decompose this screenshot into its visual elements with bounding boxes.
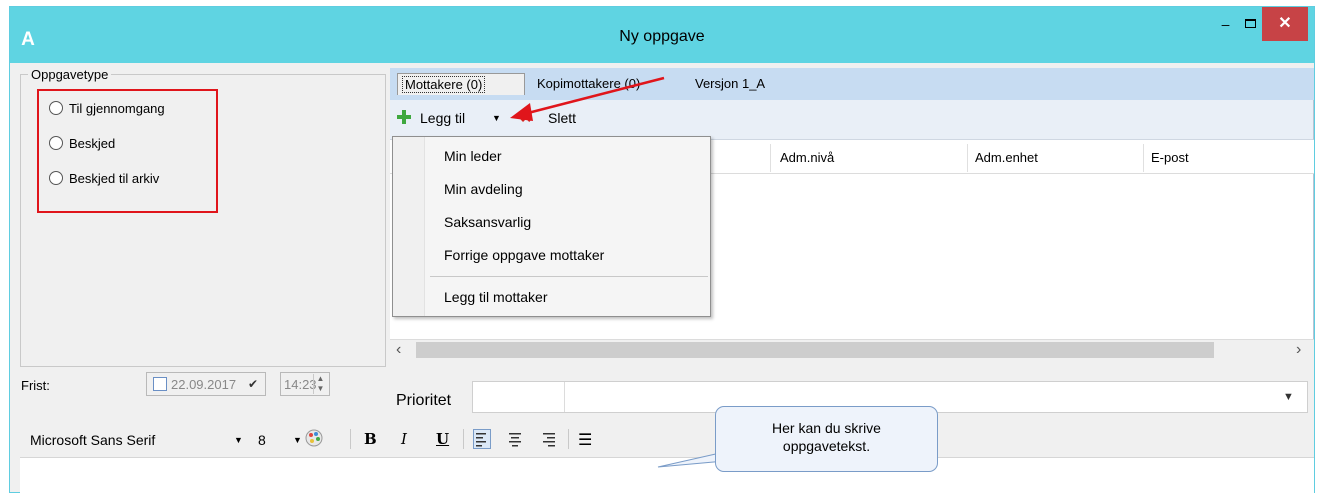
chevron-down-icon[interactable]: ▼ bbox=[1283, 391, 1294, 403]
add-dropdown-menu bbox=[392, 136, 711, 317]
radio-circle[interactable] bbox=[49, 101, 63, 115]
calendar-dropdown-icon[interactable]: ✔ bbox=[248, 377, 258, 391]
column-adm-niva[interactable]: Adm.nivå bbox=[780, 150, 834, 165]
window-title: Ny oppgave bbox=[619, 28, 705, 45]
menu-item-min-avdeling[interactable]: Min avdeling bbox=[444, 181, 523, 197]
column-separator[interactable] bbox=[967, 144, 968, 172]
spin-up-icon[interactable]: ▲ bbox=[314, 374, 327, 384]
menu-icon-gutter bbox=[393, 137, 425, 316]
tab-label: Mottakere (0) bbox=[402, 76, 486, 93]
tab-kopimottakere[interactable]: Kopimottakere (0) bbox=[537, 73, 640, 95]
priority-divider bbox=[564, 382, 565, 412]
menu-item-saksansvarlig[interactable]: Saksansvarlig bbox=[444, 214, 531, 230]
bold-button[interactable]: B bbox=[364, 430, 377, 448]
italic-button[interactable]: I bbox=[401, 430, 407, 448]
toolbar-separator bbox=[350, 429, 351, 449]
deadline-label: Frist: bbox=[21, 378, 50, 393]
align-left-icon[interactable] bbox=[473, 429, 491, 449]
align-center-icon[interactable] bbox=[507, 430, 523, 448]
radio-circle[interactable] bbox=[49, 136, 63, 150]
radio-label: Til gjennomgang bbox=[69, 100, 165, 116]
column-epost[interactable]: E-post bbox=[1151, 150, 1189, 165]
callout-line-2: oppgavetekst. bbox=[782, 438, 871, 454]
task-type-group-title: Oppgavetype bbox=[28, 67, 112, 82]
menu-divider bbox=[430, 276, 708, 277]
radio-beskjed[interactable]: Beskjed bbox=[49, 133, 115, 153]
column-separator[interactable] bbox=[1143, 144, 1144, 172]
help-callout-text: Her kan du skrive oppgavetekst. bbox=[715, 419, 938, 455]
deadline-checkbox[interactable] bbox=[153, 377, 167, 391]
underline-button[interactable]: U bbox=[436, 430, 449, 448]
minimize-button[interactable]: ‒ bbox=[1213, 14, 1238, 36]
radio-til-gjennomgang[interactable]: Til gjennomgang bbox=[49, 98, 165, 118]
menu-item-legg-til-mottaker[interactable]: Legg til mottaker bbox=[444, 289, 548, 305]
bullet-list-icon[interactable]: ☰ bbox=[578, 430, 592, 449]
maximize-button[interactable] bbox=[1238, 14, 1263, 36]
chevron-down-icon[interactable]: ▼ bbox=[492, 113, 501, 123]
close-button[interactable]: ✕ bbox=[1262, 7, 1308, 41]
chevron-down-icon[interactable]: ▼ bbox=[234, 435, 243, 445]
deadline-date-value: 22.09.2017 bbox=[171, 377, 237, 392]
tab-versjon[interactable]: Versjon 1_A bbox=[695, 73, 765, 95]
maximize-icon bbox=[1245, 19, 1256, 28]
column-separator[interactable] bbox=[770, 144, 771, 172]
radio-label: Beskjed til arkiv bbox=[69, 170, 160, 186]
callout-line-1: Her kan du skrive bbox=[772, 420, 881, 436]
column-adm-enhet[interactable]: Adm.enhet bbox=[975, 150, 1038, 165]
toolbar-separator bbox=[568, 429, 569, 449]
time-spinner[interactable]: ▲ ▼ bbox=[313, 374, 327, 394]
align-right-icon[interactable] bbox=[541, 430, 557, 448]
add-button[interactable]: Legg til bbox=[420, 110, 465, 126]
scroll-right-icon[interactable]: › bbox=[1296, 341, 1301, 359]
toolbar-separator bbox=[463, 429, 464, 449]
menu-item-forrige-mottaker[interactable]: Forrige oppgave mottaker bbox=[444, 247, 604, 263]
plus-icon[interactable] bbox=[397, 110, 411, 124]
tab-mottakere[interactable]: Mottakere (0) bbox=[397, 73, 525, 95]
delete-button[interactable]: Slett bbox=[548, 110, 576, 126]
color-palette-icon[interactable] bbox=[305, 429, 323, 447]
radio-beskjed-til-arkiv[interactable]: Beskjed til arkiv bbox=[49, 168, 159, 188]
priority-label: Prioritet bbox=[396, 392, 452, 409]
scroll-thumb[interactable] bbox=[416, 342, 1214, 358]
spin-down-icon[interactable]: ▼ bbox=[314, 384, 327, 394]
deadline-time-value: 14:23 bbox=[284, 377, 317, 392]
menu-item-min-leder[interactable]: Min leder bbox=[444, 148, 502, 164]
delete-icon[interactable]: ✖ bbox=[519, 107, 533, 127]
font-size-select[interactable]: 8 bbox=[258, 432, 266, 448]
tab-strip bbox=[390, 68, 1314, 100]
scroll-left-icon[interactable]: ‹ bbox=[396, 341, 401, 359]
font-family-select[interactable]: Microsoft Sans Serif bbox=[30, 432, 155, 448]
radio-label: Beskjed bbox=[69, 135, 116, 151]
radio-circle[interactable] bbox=[49, 171, 63, 185]
chevron-down-icon[interactable]: ▼ bbox=[293, 435, 302, 445]
